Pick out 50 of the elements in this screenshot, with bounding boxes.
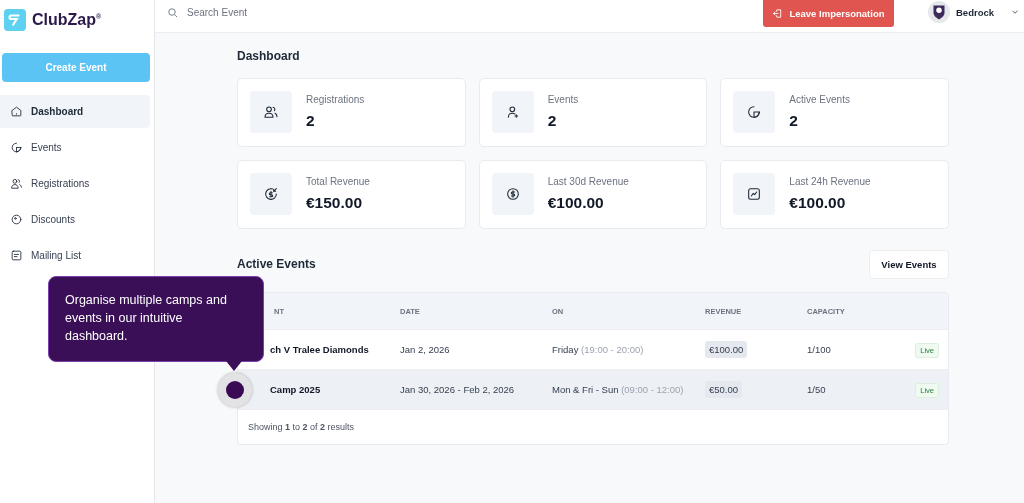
users-icon [10,177,23,190]
sidebar-item[interactable]: Dashboard [0,95,150,128]
stat-label: Total Revenue [306,176,370,187]
coin-icon [263,186,279,202]
stat-label: Registrations [306,94,365,105]
stat-label: Last 30d Revenue [547,176,629,187]
event-name: Camp 2025 [270,384,321,395]
logo-icon [4,9,26,31]
stat-value: €150.00 [306,194,364,212]
list-icon [10,249,23,262]
capacity: 1/100 [807,344,831,355]
revenue-badge: €100.00 [705,341,748,358]
hotspot-beacon[interactable] [218,373,252,407]
users-icon [263,104,279,120]
pie-chart-icon [10,141,23,154]
leave-impersonation-button[interactable]: Leave Impersonation [763,0,894,27]
stat-value: 2 [789,112,799,130]
event-date: Jan 30, 2026 - Feb 2, 2026 [400,384,515,395]
results-summary: Showing 1 to 2 of 2 results [248,422,355,432]
stat-label: Events [547,94,579,105]
stat-value: 2 [306,112,316,130]
user-name[interactable]: Bedrock [956,6,994,18]
view-events-button[interactable]: View Events [869,249,949,279]
chart-icon [746,186,763,202]
stat-value: €100.00 [789,194,847,212]
stat-value: €100.00 [547,194,605,212]
event-name: ch V Tralee Diamonds [270,344,369,355]
event-schedule: Friday (19:00 - 20:00) [552,344,644,355]
sidebar-item[interactable]: Discounts [0,203,150,236]
stat-label: Last 24h Revenue [789,176,871,187]
tag-icon [10,213,23,226]
dollar-coin-icon [504,186,521,202]
revenue-badge: €50.00 [705,381,743,398]
stat-value: 2 [547,112,558,130]
search-field[interactable]: Search Event [185,6,349,19]
tooltip-text: Organise multiple camps and events in our intuitive dashboard. [65,293,227,343]
event-schedule: Mon & Fri - Sun (09:00 - 12:00) [552,384,684,395]
search-icon [167,6,179,19]
exit-icon [772,8,784,19]
pie-chart-icon [746,104,763,120]
capacity: 1/50 [807,384,826,395]
event-date: Jan 2, 2026 [400,344,450,355]
stat-label: Active Events [789,94,850,105]
sidebar-item[interactable]: Registrations [0,167,150,200]
logo-text: ClubZap$^{®}$ [32,11,102,29]
sidebar-item[interactable]: Events [0,131,150,164]
section-title: Active Events [237,257,316,271]
home-icon [10,105,23,118]
page-title: Dashboard [237,49,301,63]
sidebar-item[interactable]: Mailing List [0,239,150,272]
